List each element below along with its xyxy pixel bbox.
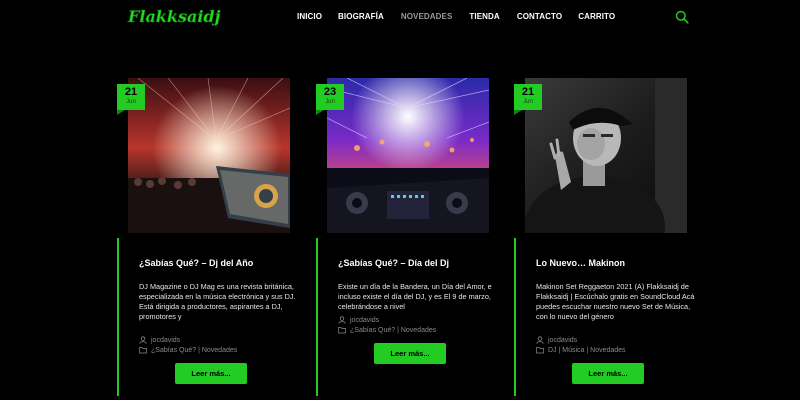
post-date-badge: 21 Jun [117,84,145,115]
post-author: jocdavids [139,336,180,344]
read-more-button[interactable]: Leer más... [572,363,644,384]
nav-item-carrito[interactable]: CARRITO [578,12,615,21]
post-image[interactable] [327,78,489,233]
post-date-badge: 23 Jun [316,84,344,115]
main-nav: INICIO BIOGRAFÍA NOVEDADES TIENDA CONTAC… [297,12,615,21]
read-more-button[interactable]: Leer más... [175,363,247,384]
post-categories: ¿Sabías Qué? | Novedades [338,326,436,334]
post-title[interactable]: ¿Sabías Qué? – Día del Dj [338,258,449,268]
user-icon [139,336,147,344]
post-date-month: Jun [523,99,533,105]
nav-item-novedades[interactable]: NOVEDADES [401,12,453,21]
nav-item-biografia[interactable]: BIOGRAFÍA [338,12,384,21]
post-author-name[interactable]: jocdavids [548,337,577,344]
site-header: Flakksaidj INICIO BIOGRAFÍA NOVEDADES TI… [0,0,800,36]
post-date-day: 21 [521,86,535,98]
post-excerpt: Existe un día de la Bandera, un Día del … [338,282,492,311]
folder-icon [139,347,147,354]
nav-item-tienda[interactable]: TIENDA [469,12,499,21]
post-date-month: Jun [126,99,136,105]
post-author-name[interactable]: jocdavids [151,337,180,344]
post-body: ¿Sabías Qué? – Dj del Año DJ Magazine o … [117,238,296,396]
post-date-day: 21 [124,86,138,98]
user-icon [338,316,346,324]
folder-icon [338,327,346,334]
svg-text:Flakksaidj: Flakksaidj [127,7,221,26]
folder-icon [536,347,544,354]
post-title[interactable]: ¿Sabías Qué? – Dj del Año [139,258,253,268]
post-date-month: Jun [325,99,335,105]
post-excerpt: Makinon Set Reggaeton 2021 (A) Flakksaid… [536,282,695,321]
nav-item-contacto[interactable]: CONTACTO [517,12,562,21]
festival-stage-image [128,78,290,233]
post-categories: ¿Sabías Qué? | Novedades [139,346,237,354]
user-icon [536,336,544,344]
post-categories-text[interactable]: ¿Sabías Qué? | Novedades [350,327,436,334]
post-date-day: 23 [323,86,337,98]
search-icon[interactable] [675,10,689,24]
post-image[interactable] [128,78,290,233]
post-date-badge: 21 Jun [514,84,542,115]
site-logo[interactable]: Flakksaidj [127,5,221,29]
post-author-name[interactable]: jocdavids [350,317,379,324]
post-body: ¿Sabías Qué? – Día del Dj Existe un día … [316,238,492,396]
post-categories-text[interactable]: ¿Sabías Qué? | Novedades [151,347,237,354]
post-body: Lo Nuevo… Makinon Makinon Set Reggaeton … [514,238,694,396]
read-more-button[interactable]: Leer más... [374,343,446,364]
post-categories: DJ | Música | Novedades [536,346,626,354]
post-categories-text[interactable]: DJ | Música | Novedades [548,347,626,354]
logo-wordmark: Flakksaidj [127,7,221,27]
post-author: jocdavids [536,336,577,344]
post-excerpt: DJ Magazine o DJ Mag es una revista brit… [139,282,296,321]
dj-booth-image [327,78,489,233]
post-title[interactable]: Lo Nuevo… Makinon [536,258,625,268]
post-image[interactable] [525,78,687,233]
dj-portrait-image [525,78,687,233]
post-author: jocdavids [338,316,379,324]
nav-item-inicio[interactable]: INICIO [297,12,322,21]
